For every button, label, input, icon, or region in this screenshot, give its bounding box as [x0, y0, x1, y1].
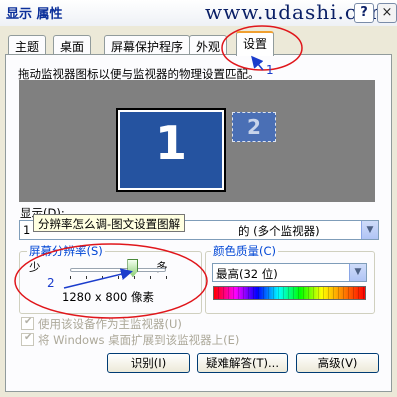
display-select-value: 1: [23, 223, 31, 237]
extend-desktop-checkbox[interactable]: ✔: [21, 332, 34, 346]
advanced-button[interactable]: 高级(V): [296, 353, 379, 373]
slider-tick: [118, 276, 119, 279]
color-quality-title: 颜色质量(C): [211, 243, 279, 259]
tooltip: 分辨率怎么调-图文设置图解: [33, 214, 186, 232]
title-bar: 显示 属性 www.udashi.com ? ×: [0, 0, 397, 26]
tab-screensaver[interactable]: 屏幕保护程序: [104, 35, 191, 55]
resolution-more-label: 多: [156, 260, 168, 274]
slider-tick: [150, 276, 151, 279]
tab-settings[interactable]: 设置: [236, 31, 275, 56]
slider-tick: [102, 276, 103, 279]
resolution-slider-track[interactable]: [70, 268, 166, 272]
color-quality-value: 最高(32 位): [216, 267, 278, 281]
monitor-2-icon[interactable]: 2: [232, 112, 276, 142]
extend-desktop-label: 将 Windows 桌面扩展到该监视器上(E): [38, 333, 240, 347]
resolution-less-label: 少: [29, 260, 41, 274]
identify-button[interactable]: 识别(I): [107, 353, 190, 373]
color-spectrum-bar: [213, 286, 366, 300]
help-button[interactable]: ?: [354, 3, 374, 23]
resolution-value: 1280 x 800 像素: [62, 290, 154, 304]
window-title: 显示 属性: [6, 7, 63, 22]
monitor-1-icon[interactable]: 1: [116, 108, 226, 192]
monitor-2-number: 2: [247, 115, 261, 139]
primary-monitor-checkbox[interactable]: ✔: [21, 316, 34, 330]
display-select-suffix: 的 (多个监视器): [238, 224, 320, 238]
slider-tick: [166, 276, 167, 279]
monitor-1-number: 1: [154, 116, 187, 170]
tab-desktop[interactable]: 桌面: [53, 35, 92, 55]
checkmark-icon: ✔: [24, 332, 33, 343]
tab-themes[interactable]: 主题: [8, 35, 47, 55]
slider-tick: [86, 276, 87, 279]
close-button[interactable]: ×: [377, 3, 397, 23]
chevron-down-icon[interactable]: ▼: [349, 264, 366, 281]
troubleshoot-button[interactable]: 疑难解答(T)...: [197, 353, 288, 373]
primary-monitor-label: 使用该设备作为主监视器(U): [38, 317, 182, 331]
slider-tick: [70, 276, 71, 279]
slider-tick: [134, 276, 135, 279]
chevron-down-icon[interactable]: ▼: [361, 221, 378, 239]
tab-appearance[interactable]: 外观: [189, 35, 228, 55]
color-quality-select[interactable]: 最高(32 位) ▼: [212, 263, 367, 282]
resolution-title: 屏幕分辨率(S): [27, 243, 105, 259]
checkmark-icon: ✔: [24, 316, 33, 327]
color-quality-group: [205, 251, 375, 314]
